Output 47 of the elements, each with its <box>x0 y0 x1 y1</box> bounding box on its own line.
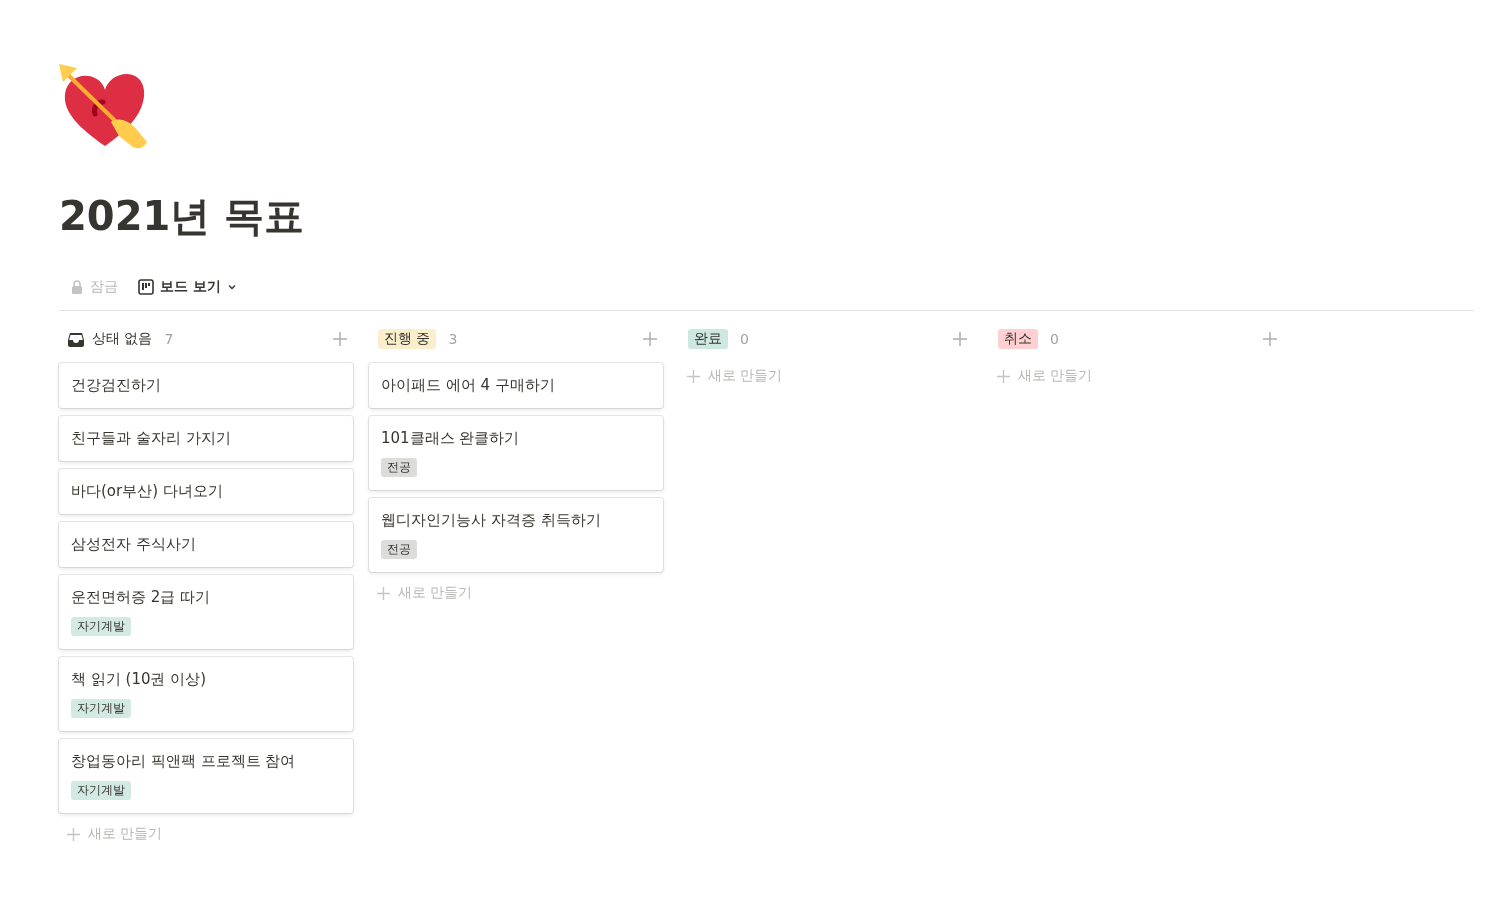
add-icon[interactable] <box>643 332 657 346</box>
card-count: 0 <box>1050 331 1059 347</box>
card-title: 책 읽기 (10권 이상) <box>71 670 208 689</box>
status-tag: 완료 <box>688 329 728 349</box>
card-tag: 자기계발 <box>71 781 131 800</box>
card-title: 아이패드 에어 4 구매하기 <box>381 376 556 395</box>
card-title: 101클래스 완클하기 <box>381 429 521 448</box>
plus-icon <box>997 369 1010 383</box>
board-card[interactable]: 아이패드 에어 4 구매하기 <box>369 363 663 408</box>
column-label: 상태 없음 <box>92 330 153 348</box>
status-tag: 취소 <box>998 329 1038 349</box>
add-icon[interactable] <box>333 332 347 346</box>
inbox-icon <box>68 331 84 347</box>
board-card[interactable]: 101클래스 완클하기 전공 <box>369 416 663 490</box>
status-tag: 진행 중 <box>378 329 437 349</box>
card-title: 운전면허증 2급 따기 <box>71 588 212 607</box>
board-icon <box>138 279 154 295</box>
add-icon[interactable] <box>953 332 967 346</box>
card-tag: 전공 <box>381 540 417 559</box>
board-card[interactable]: 친구들과 술자리 가지기 <box>59 416 353 461</box>
board-card[interactable]: 건강검진하기 <box>59 363 353 408</box>
card-tag: 전공 <box>381 458 417 477</box>
card-count: 3 <box>448 331 458 347</box>
board-card[interactable]: 창업동아리 픽앤팩 프로젝트 참여 자기계발 <box>59 739 353 813</box>
chevron-down-icon <box>226 282 237 292</box>
card-title: 웹디자인기능사 자격증 취득하기 <box>381 511 602 530</box>
card-tag: 자기계발 <box>71 617 131 636</box>
plus-icon <box>377 586 390 600</box>
card-title: 친구들과 술자리 가지기 <box>71 429 232 448</box>
board-card[interactable]: 운전면허증 2급 따기 자기계발 <box>59 575 353 649</box>
plus-icon <box>687 369 700 383</box>
card-title: 바다(or부산) 다녀오기 <box>71 482 224 501</box>
plus-icon <box>67 827 80 841</box>
lock-icon <box>71 280 83 294</box>
card-tag: 자기계발 <box>71 699 131 718</box>
board-card[interactable]: 바다(or부산) 다녀오기 <box>59 469 353 514</box>
board-card[interactable]: 삼성전자 주식사기 <box>59 522 353 567</box>
view-switcher[interactable]: 보드 보기 <box>138 278 237 296</box>
card-title: 창업동아리 픽앤팩 프로젝트 참여 <box>71 752 297 771</box>
card-title: 삼성전자 주식사기 <box>71 535 197 554</box>
add-icon[interactable] <box>1263 332 1277 346</box>
card-count: 0 <box>740 331 749 347</box>
board-card[interactable]: 웹디자인기능사 자격증 취득하기 전공 <box>369 498 663 572</box>
card-count: 7 <box>164 331 174 347</box>
board-card[interactable]: 책 읽기 (10권 이상) 자기계발 <box>59 657 353 731</box>
page-title: 2021년 목표 <box>59 192 306 240</box>
card-title: 건강검진하기 <box>71 376 162 395</box>
